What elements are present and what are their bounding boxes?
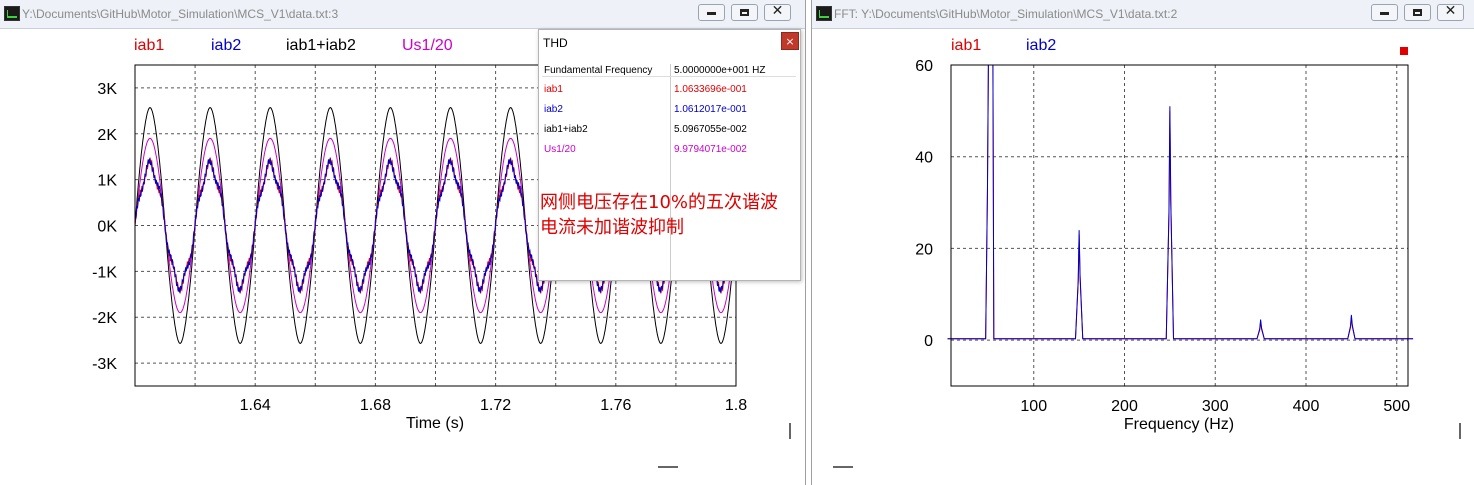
y-tick-label: -2K (92, 310, 117, 327)
column-divider (670, 64, 671, 280)
resize-grip[interactable] (1459, 423, 1461, 439)
x-tick-label: 300 (1202, 398, 1229, 415)
plot-frame (950, 64, 1409, 387)
thd-row-label: iab1+iab2 (544, 124, 588, 135)
thd-row-label: Us1/20 (544, 144, 576, 155)
x-tick-label: 100 (1020, 398, 1047, 415)
fft-series-iab1 (947, 64, 1414, 340)
thd-row-value: 5.0967055e-002 (674, 124, 747, 135)
x-tick-label: 1.8 (725, 397, 747, 414)
header-divider (542, 76, 796, 77)
thd-dialog: THD × Fundamental Frequency 5.0000000e+0… (538, 29, 801, 281)
scroll-grip[interactable] (833, 466, 853, 468)
x-tick-label: 400 (1293, 398, 1320, 415)
time-plot-window: Y:\Documents\GitHub\Motor_Simulation\MCS… (0, 0, 806, 485)
x-axis-label: Time (s) (406, 415, 464, 432)
x-tick-label: 200 (1111, 398, 1138, 415)
fundamental-label: Fundamental Frequency (544, 65, 653, 76)
x-tick-label: 1.72 (480, 397, 511, 414)
x-tick-label: 1.76 (600, 397, 631, 414)
y-tick-label: -3K (92, 356, 117, 373)
thd-title: THD (543, 36, 568, 50)
y-tick-label: 20 (915, 241, 933, 258)
y-tick-label: 1K (97, 173, 117, 190)
y-tick-label: -1K (92, 264, 117, 281)
x-axis-label: Frequency (Hz) (1124, 416, 1234, 433)
y-tick-label: 2K (97, 127, 117, 144)
annotation-line-2: 电流未加谐波抑制 (540, 217, 684, 238)
fft-plot-window: FFT: Y:\Documents\GitHub\Motor_Simulatio… (811, 0, 1474, 485)
thd-row-value: 1.0612017e-001 (674, 104, 747, 115)
y-tick-label: 0 (924, 333, 933, 350)
thd-row-value: 1.0633696e-001 (674, 84, 747, 95)
thd-close-button[interactable]: × (781, 32, 799, 50)
fft-series-iab2 (947, 64, 1414, 340)
thd-row-value: 9.9794071e-002 (674, 144, 747, 155)
thd-row-label: iab1 (544, 84, 563, 95)
y-tick-label: 60 (915, 58, 933, 75)
y-tick-label: 0K (97, 219, 117, 236)
x-tick-label: 1.64 (240, 397, 271, 414)
y-tick-label: 40 (915, 150, 933, 167)
thd-row-label: iab2 (544, 104, 563, 115)
resize-grip[interactable] (789, 423, 791, 439)
y-tick-label: 3K (97, 81, 117, 98)
fft-chart[interactable]: 6040200 100 200 300 400 500 Frequency (Hz) (812, 0, 1474, 485)
fundamental-value: 5.0000000e+001 HZ (674, 65, 766, 76)
x-tick-label: 1.68 (360, 397, 391, 414)
scroll-grip[interactable] (658, 466, 678, 468)
x-tick-label: 500 (1383, 398, 1410, 415)
annotation-line-1: 网侧电压存在10%的五次谐波 (540, 192, 779, 213)
annotation-note: 网侧电压存在10%的五次谐波 电流未加谐波抑制 (540, 190, 778, 240)
